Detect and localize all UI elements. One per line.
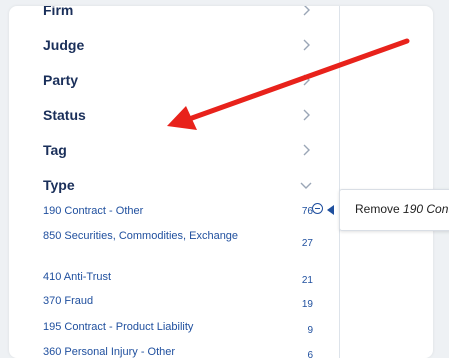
facet-firm[interactable]: Firm [43,6,313,22]
tooltip-prefix: Remove [355,202,404,216]
facet-label: Tag [43,142,67,158]
facet-status[interactable]: Status [43,103,313,127]
chevron-right-icon [303,6,310,16]
option-label: 195 Contract - Product Liability [43,321,194,333]
type-option-370[interactable]: 370 Fraud 19 [43,295,313,311]
panel-divider [339,6,340,358]
option-label: 850 Securities, Commodities, Exchange [43,230,239,242]
facet-tag[interactable]: Tag [43,138,313,162]
chevron-right-icon [303,39,310,51]
option-count: 27 [301,238,313,249]
tooltip-value: 190 Contract - Other [403,202,449,216]
option-count: 21 [301,275,313,286]
chevron-right-icon [303,109,310,121]
remove-tooltip: Remove 190 Contract - Other [339,189,449,231]
option-label: 410 Anti-Trust [43,271,112,283]
type-option-360[interactable]: 360 Personal Injury - Other 6 [43,346,313,358]
facet-judge[interactable]: Judge [43,33,313,57]
facet-label: Status [43,107,86,123]
filter-panel: Firm Judge Party Status Tag Type 190 Con… [9,6,433,358]
option-count: 76 [301,206,313,217]
option-count: 6 [307,350,313,358]
option-count: 9 [307,325,313,336]
chevron-right-icon [303,74,310,86]
facet-party[interactable]: Party [43,68,313,92]
chevron-down-icon [300,182,312,189]
type-option-195[interactable]: 195 Contract - Product Liability 9 [43,321,313,337]
tooltip-pointer [327,205,334,215]
type-option-190[interactable]: 190 Contract - Other 76 [43,205,313,218]
remove-circle-icon[interactable] [312,203,323,214]
type-option-410[interactable]: 410 Anti-Trust 21 [43,271,313,287]
type-option-850[interactable]: 850 Securities, Commodities, Exchange 27 [43,230,313,250]
option-label: 190 Contract - Other [43,205,144,217]
option-label: 360 Personal Injury - Other [43,346,176,358]
facet-label: Type [43,177,75,193]
facet-label: Firm [43,6,74,18]
facet-label: Judge [43,37,85,53]
option-count: 19 [301,299,313,310]
chevron-right-icon [303,144,310,156]
facet-label: Party [43,72,79,88]
option-label: 370 Fraud [43,295,94,307]
facet-type[interactable]: Type [43,173,313,197]
